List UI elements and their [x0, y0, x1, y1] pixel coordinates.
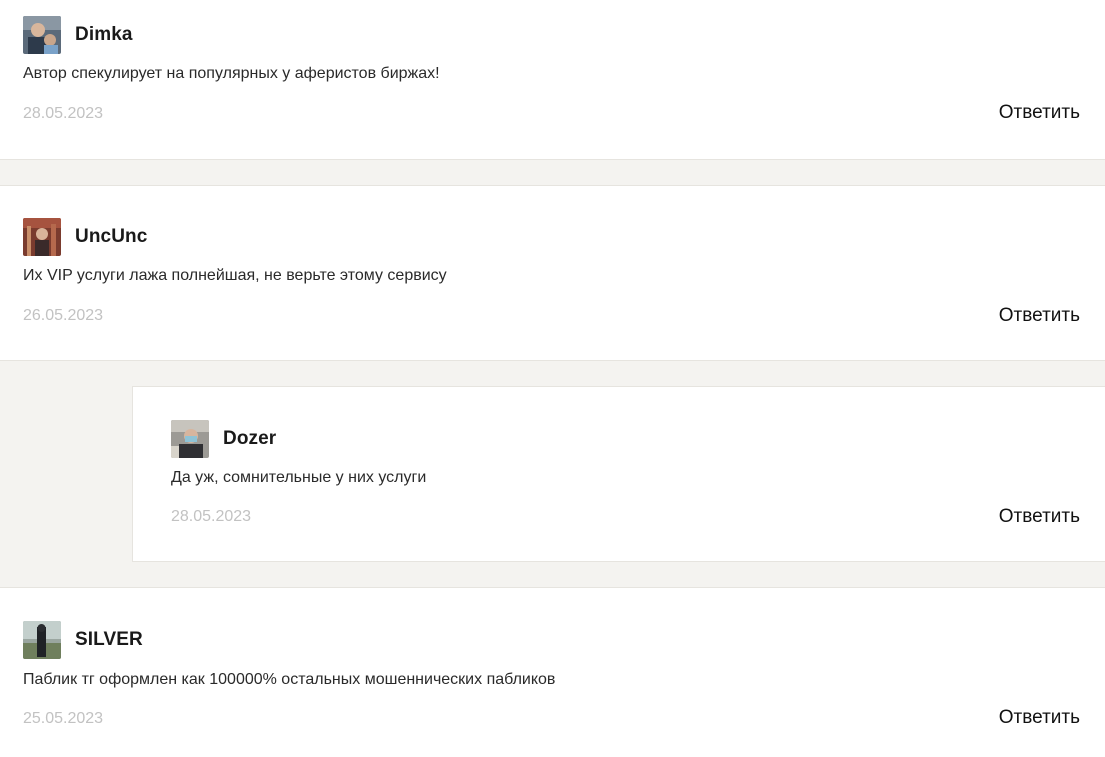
- reply-button[interactable]: Ответить: [999, 707, 1080, 729]
- comment-date: 28.05.2023: [23, 105, 104, 122]
- avatar[interactable]: [23, 218, 61, 256]
- author-name: Dimka: [75, 24, 133, 45]
- avatar[interactable]: [23, 621, 61, 659]
- reply-comment-card: Dozer Да уж, сомнительные у них услуги 2…: [132, 386, 1105, 562]
- comment-header: Dimka: [23, 16, 133, 54]
- comment-date: 25.05.2023: [23, 710, 104, 727]
- avatar[interactable]: [171, 420, 209, 458]
- comment-text: Их VIP услуги лажа полнейшая, не верьте …: [23, 267, 447, 284]
- reply-button[interactable]: Ответить: [999, 305, 1080, 327]
- comment-header: Dozer: [171, 420, 276, 458]
- comment-card: UncUnc Их VIP услуги лажа полнейшая, не …: [0, 185, 1105, 361]
- reply-button[interactable]: Ответить: [999, 102, 1080, 124]
- author-name: UncUnc: [75, 226, 148, 247]
- comment-date: 28.05.2023: [171, 508, 252, 525]
- reply-button[interactable]: Ответить: [999, 506, 1080, 528]
- comment-text: Автор спекулирует на популярных у аферис…: [23, 65, 440, 82]
- comment-header: SILVER: [23, 621, 143, 659]
- author-name: Dozer: [223, 428, 277, 449]
- comment-header: UncUnc: [23, 218, 147, 256]
- avatar[interactable]: [23, 16, 61, 54]
- author-name: SILVER: [75, 629, 143, 650]
- comment-card: SILVER Паблик тг оформлен как 100000% ос…: [0, 587, 1105, 757]
- comment-date: 26.05.2023: [23, 307, 104, 324]
- comment-text: Да уж, сомнительные у них услуги: [171, 469, 427, 486]
- comment-text: Паблик тг оформлен как 100000% остальных…: [23, 671, 556, 688]
- comment-card: Dimka Автор спекулирует на популярных у …: [0, 0, 1105, 160]
